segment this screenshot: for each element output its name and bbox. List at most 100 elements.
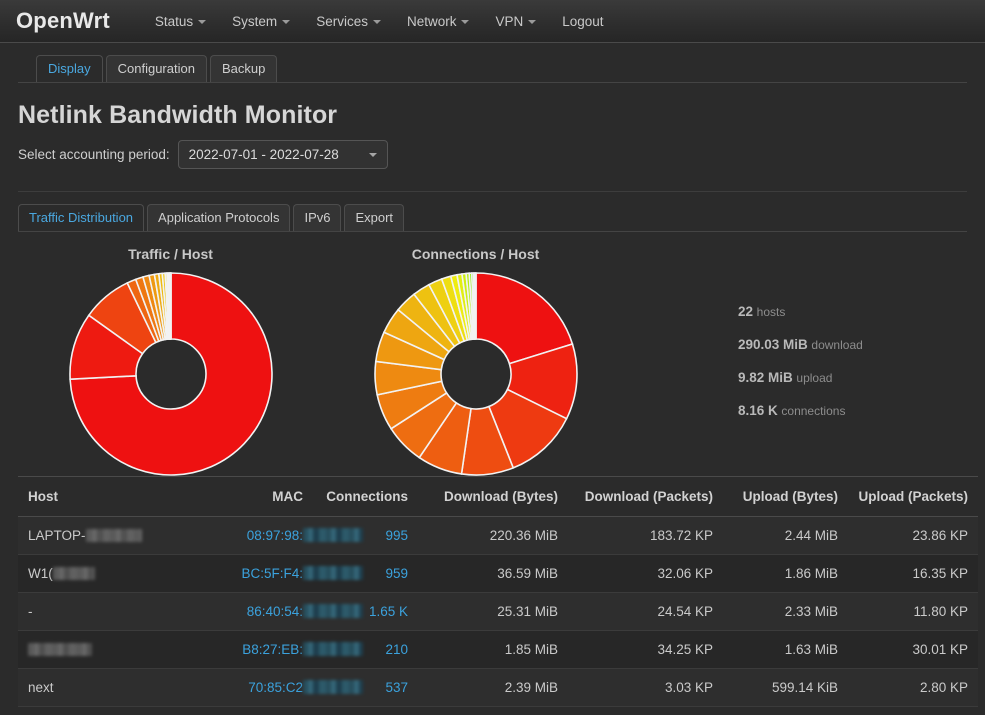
stat-download: 290.03 MiB download <box>738 337 863 352</box>
accounting-period-label: Select accounting period: <box>18 147 170 162</box>
redacted-mac-block <box>303 604 363 618</box>
donut-slice[interactable] <box>170 273 171 339</box>
cell-mac: 08:97:98: <box>218 517 313 555</box>
host-name: next <box>28 680 54 695</box>
col-download-bytes[interactable]: Download (Bytes) <box>418 477 568 517</box>
chevron-down-icon <box>198 20 206 24</box>
mac-link[interactable]: BC:5F:F4: <box>241 566 303 581</box>
col-mac[interactable]: MAC <box>218 477 313 517</box>
col-connections[interactable]: Connections <box>313 477 418 517</box>
chart-title: Connections / Host <box>323 246 628 262</box>
cell-download-bytes: 2.39 MiB <box>418 669 568 707</box>
col-download-packets[interactable]: Download (Packets) <box>568 477 723 517</box>
mac-link[interactable]: 86:40:54: <box>247 604 303 619</box>
host-name: W1( <box>28 566 53 581</box>
cell-upload-bytes: 599.14 KiB <box>723 669 848 707</box>
summary-stats: 22 hosts 290.03 MiB download 9.82 MiB up… <box>738 246 863 436</box>
tab-traffic-distribution[interactable]: Traffic Distribution <box>18 204 144 231</box>
chevron-down-icon <box>528 20 536 24</box>
tab-application-protocols[interactable]: Application Protocols <box>147 204 290 231</box>
mac-link[interactable]: B8:27:EB: <box>242 642 303 657</box>
brand-logo[interactable]: OpenWrt <box>16 8 110 34</box>
nav-item-system[interactable]: System <box>219 8 303 35</box>
chevron-down-icon <box>369 153 377 157</box>
stat-value: 9.82 MiB <box>738 370 793 385</box>
nav-item-logout[interactable]: Logout <box>549 8 616 35</box>
chevron-down-icon <box>461 20 469 24</box>
stat-label: upload <box>796 371 832 385</box>
redacted-host-block <box>53 567 95 580</box>
stat-hosts: 22 hosts <box>738 304 863 319</box>
tab-backup[interactable]: Backup <box>210 55 277 82</box>
connections-link[interactable]: 1.65 K <box>369 604 408 619</box>
mac-link[interactable]: 70:85:C2 <box>248 680 303 695</box>
table-header: Host MAC Connections Download (Bytes) Do… <box>18 477 978 517</box>
table-row[interactable]: next 70:85:C2 537 2.39 MiB3.03 KP599.14 KiB… <box>18 669 978 707</box>
cell-download-packets: 183.72 KP <box>568 517 723 555</box>
connections-link[interactable]: 210 <box>385 642 408 657</box>
tab-configuration[interactable]: Configuration <box>106 55 207 82</box>
nav-item-status[interactable]: Status <box>142 8 219 35</box>
table-row[interactable]: W1(BC:5F:F4:95936.59 MiB32.06 KP1.86 MiB… <box>18 555 978 593</box>
accounting-period-row: Select accounting period: 2022-07-01 - 2… <box>18 140 967 169</box>
cell-upload-bytes: 1.86 MiB <box>723 555 848 593</box>
cell-upload-bytes: 2.44 MiB <box>723 517 848 555</box>
cell-download-bytes: 1.85 MiB <box>418 631 568 669</box>
top-navbar: OpenWrt Status System Services Network V… <box>0 0 985 43</box>
redacted-mac-block <box>303 642 363 656</box>
cell-host: W1( <box>18 555 218 593</box>
tab-display[interactable]: Display <box>36 55 103 82</box>
cell-upload-packets: 2.80 KP <box>848 669 978 707</box>
cell-upload-packets: 23.86 KP <box>848 517 978 555</box>
cell-download-bytes: 220.36 MiB <box>418 517 568 555</box>
nav-label: System <box>232 14 277 29</box>
outer-tabstrip-wrapper: Display Configuration Backup <box>0 43 985 83</box>
cell-download-packets: 32.06 KP <box>568 555 723 593</box>
connections-per-host-chart: Connections / Host <box>323 246 628 480</box>
connections-link[interactable]: 537 <box>385 680 408 695</box>
accounting-period-select[interactable]: 2022-07-01 - 2022-07-28 <box>178 140 388 169</box>
cell-mac: B8:27:EB: <box>218 631 313 669</box>
cell-host: LAPTOP- <box>18 517 218 555</box>
table-row[interactable]: LAPTOP- 08:97:98: 995 220.36 MiB183.72 KP2.… <box>18 517 978 555</box>
tab-export[interactable]: Export <box>344 204 404 231</box>
host-name: LAPTOP- <box>28 528 86 543</box>
cell-mac: 86:40:54: <box>218 593 313 631</box>
col-host[interactable]: Host <box>18 477 218 517</box>
connections-link[interactable]: 959 <box>385 566 408 581</box>
stat-upload: 9.82 MiB upload <box>738 370 863 385</box>
table-body: LAPTOP-08:97:98:995220.36 MiB183.72 KP2.… <box>18 517 978 707</box>
page-content: Netlink Bandwidth Monitor Select account… <box>0 101 985 707</box>
cell-mac: BC:5F:F4: <box>218 555 313 593</box>
stat-value: 290.03 MiB <box>738 337 808 352</box>
mac-link[interactable]: 08:97:98: <box>247 528 303 543</box>
tab-ipv6[interactable]: IPv6 <box>293 204 341 231</box>
nav-item-network[interactable]: Network <box>394 8 483 35</box>
nav-item-vpn[interactable]: VPN <box>482 8 549 35</box>
cell-host: next <box>18 669 218 707</box>
col-upload-bytes[interactable]: Upload (Bytes) <box>723 477 848 517</box>
redacted-host-block <box>28 643 92 656</box>
nav-item-services[interactable]: Services <box>303 8 394 35</box>
cell-upload-packets: 30.01 KP <box>848 631 978 669</box>
redacted-mac-block <box>303 528 363 542</box>
col-upload-packets[interactable]: Upload (Packets) <box>848 477 978 517</box>
donut-slice[interactable] <box>475 273 476 339</box>
nav-label: VPN <box>495 14 523 29</box>
table-row[interactable]: B8:27:EB:2101.85 MiB34.25 KP1.63 MiB30.0… <box>18 631 978 669</box>
redacted-mac-block <box>303 566 363 580</box>
connections-link[interactable]: 995 <box>385 528 408 543</box>
cell-download-packets: 3.03 KP <box>568 669 723 707</box>
traffic-donut-svg <box>61 268 281 480</box>
table-row[interactable]: -86:40:54:1.65 K25.31 MiB24.54 KP2.33 Mi… <box>18 593 978 631</box>
host-name: - <box>28 604 33 619</box>
cell-download-packets: 24.54 KP <box>568 593 723 631</box>
charts-area: Traffic / Host Connections / Host 22 hos… <box>18 232 967 468</box>
hosts-table: Host MAC Connections Download (Bytes) Do… <box>18 476 978 707</box>
chevron-down-icon <box>373 20 381 24</box>
redacted-host-block <box>86 529 142 542</box>
redacted-mac-block <box>303 680 363 694</box>
cell-upload-packets: 16.35 KP <box>848 555 978 593</box>
stat-connections: 8.16 K connections <box>738 403 863 418</box>
accounting-period-value: 2022-07-01 - 2022-07-28 <box>189 147 339 162</box>
